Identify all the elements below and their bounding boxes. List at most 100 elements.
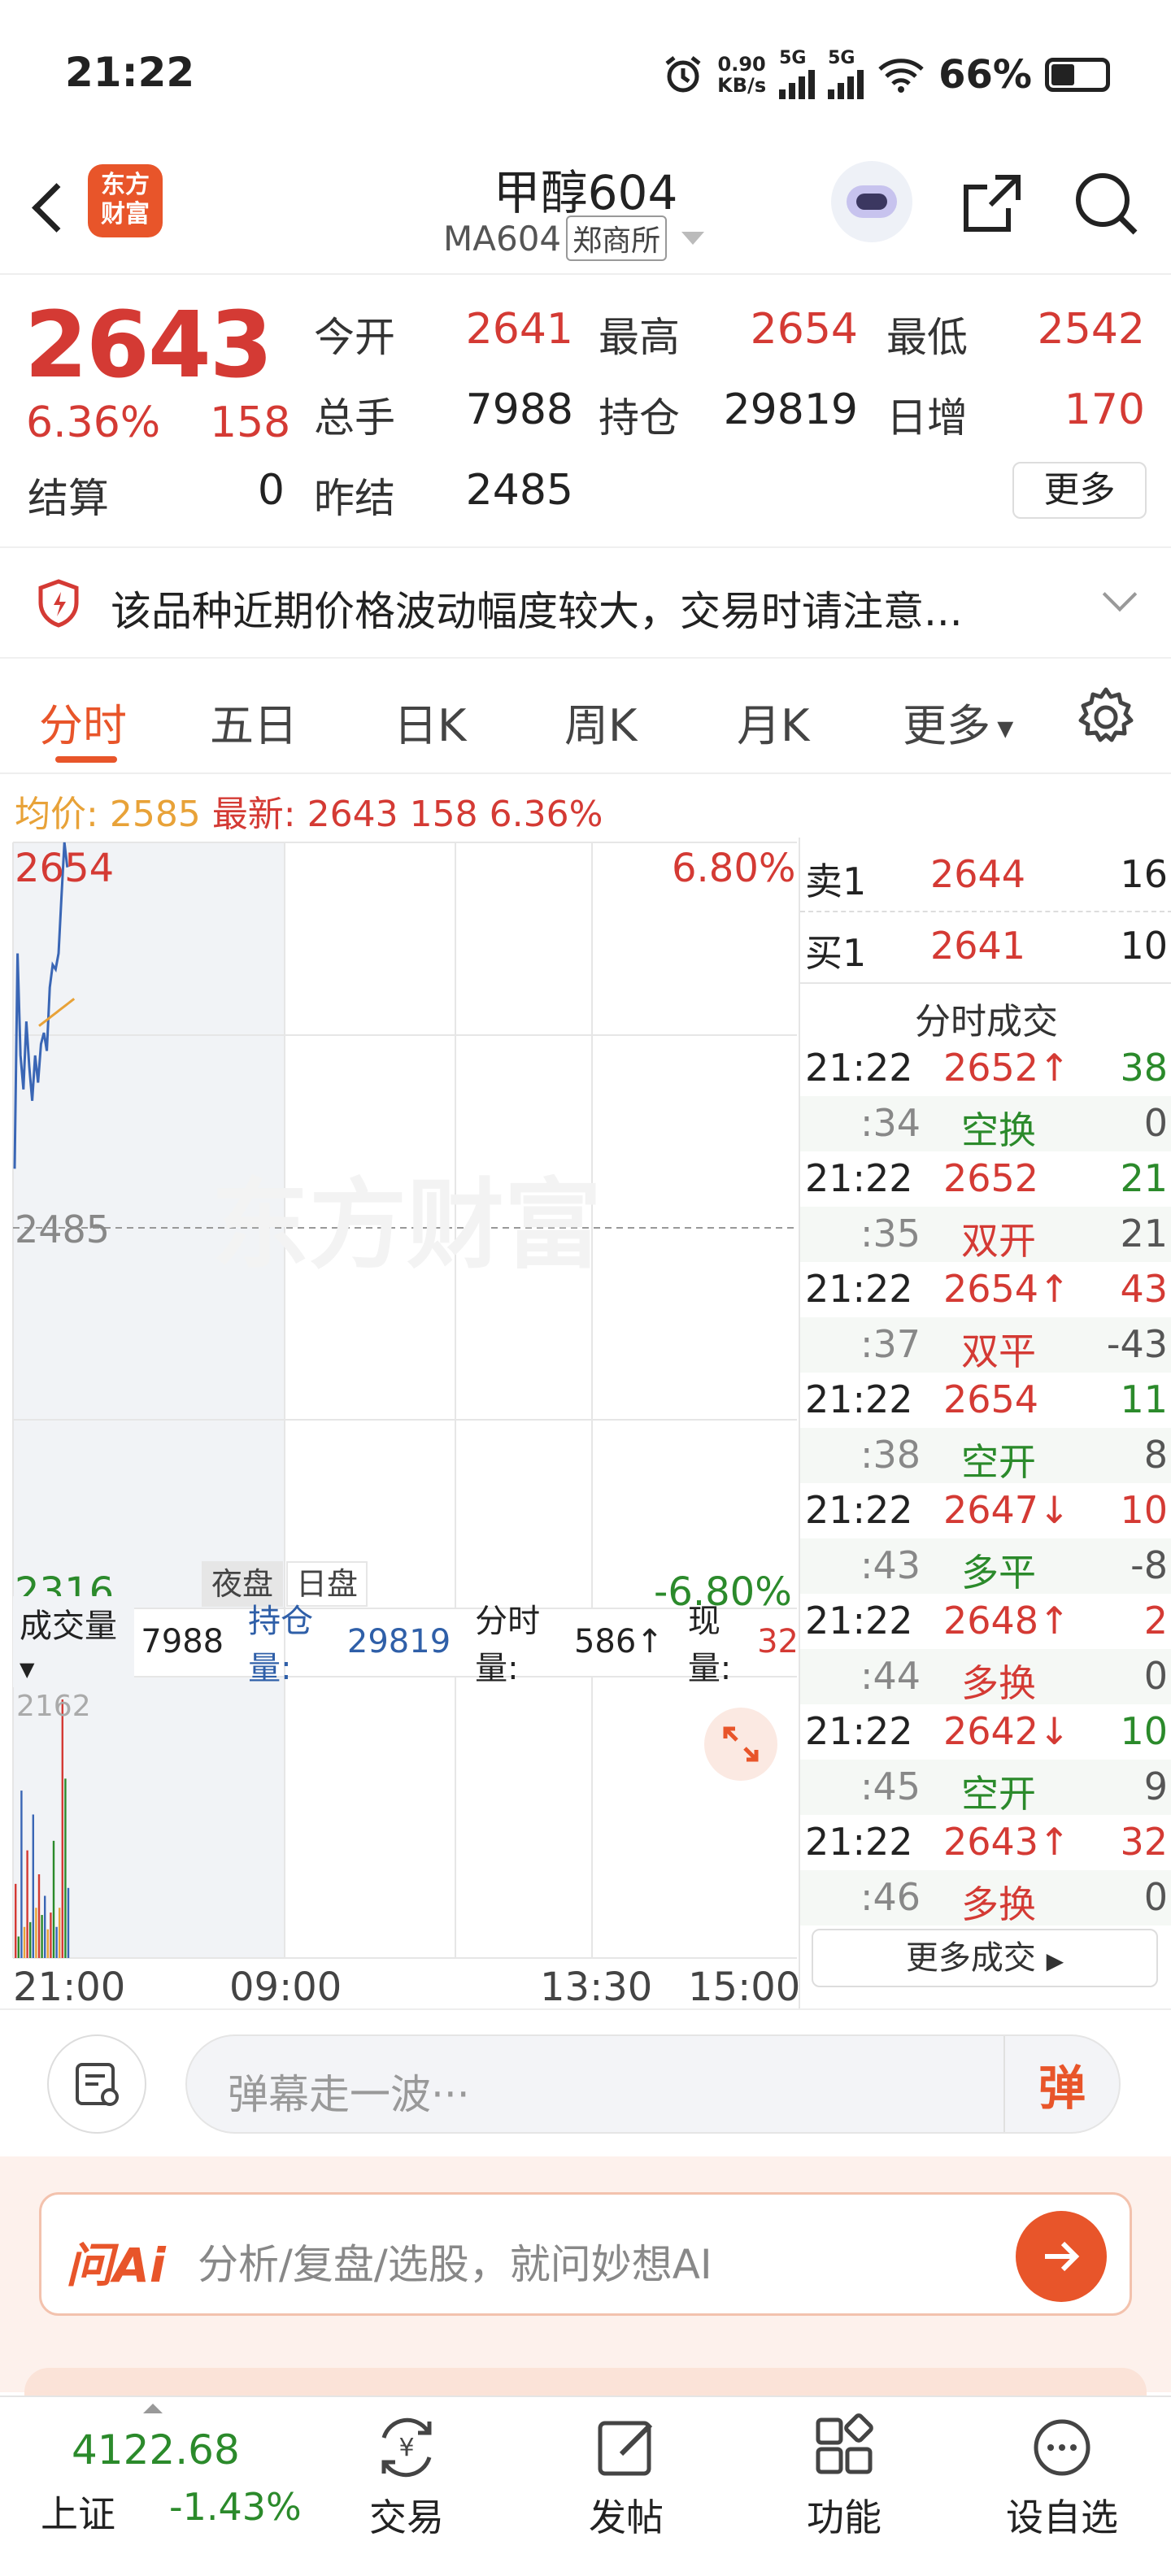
dropdown-icon bbox=[681, 232, 705, 245]
tab-daily-k[interactable]: 日K bbox=[394, 690, 466, 754]
volume-bar bbox=[50, 1912, 52, 1958]
tab-weekly-k[interactable]: 周K bbox=[564, 690, 637, 754]
trade-type: 多换 bbox=[961, 1882, 1036, 1926]
danmu-input[interactable]: 弹幕走一波··· 弹 bbox=[185, 2034, 1121, 2134]
settle-label: 结算 bbox=[28, 475, 109, 522]
exchange-badge: 郑商所 bbox=[566, 215, 668, 261]
nav-post[interactable]: 发帖 bbox=[553, 2413, 699, 2542]
change-percent: 6.36% bbox=[26, 398, 161, 447]
open-label: 今开 bbox=[314, 314, 395, 361]
contract-selector[interactable]: MA604 郑商所 bbox=[443, 215, 705, 261]
x-label-1500: 15:00 bbox=[688, 1965, 801, 2010]
nav-add-watchlist[interactable]: 设自选 bbox=[989, 2413, 1135, 2542]
trade-detail-row: :37 双平 -43 bbox=[800, 1317, 1171, 1373]
trade-seconds: :37 bbox=[860, 1322, 921, 1366]
trade-time: 21:22 bbox=[805, 1599, 913, 1643]
trade-type: 多平 bbox=[961, 1551, 1036, 1595]
comment-list-icon[interactable] bbox=[47, 2034, 146, 2134]
pct-top-label: 6.80% bbox=[672, 846, 796, 891]
trade-row: 21:22 2647↓ 10 bbox=[800, 1483, 1171, 1538]
edit-icon bbox=[598, 2421, 653, 2476]
trade-seconds: :34 bbox=[860, 1101, 921, 1145]
nav-functions[interactable]: 功能 bbox=[771, 2413, 917, 2542]
tab-five-day[interactable]: 五日 bbox=[210, 690, 298, 754]
chevron-down-icon[interactable] bbox=[1102, 577, 1138, 612]
trade-icon: ¥ bbox=[381, 2417, 432, 2478]
share-icon[interactable] bbox=[960, 171, 1025, 236]
status-bar: 21:22 0.90 KB/s 5G 5G 66% bbox=[0, 0, 1171, 154]
volume-bar bbox=[29, 1921, 32, 1958]
volume-value: 7988 bbox=[141, 1623, 224, 1660]
trade-detail-row: :46 多换 0 bbox=[800, 1870, 1171, 1926]
more-circle-icon bbox=[1034, 2419, 1090, 2476]
trade-oi-change: -43 bbox=[1106, 1322, 1168, 1366]
trade-seconds: :38 bbox=[860, 1433, 921, 1477]
status-icons: 0.90 KB/s 5G 5G 66% bbox=[662, 50, 1110, 99]
position-value: 29819 bbox=[723, 385, 858, 434]
ai-area: 问Ai 分析/复盘/选股，就问妙想AI bbox=[0, 2156, 1171, 2400]
active-tab-indicator bbox=[55, 756, 117, 763]
danmu-placeholder: 弹幕走一波··· bbox=[228, 2071, 470, 2118]
tick-vol-value: 586↑ bbox=[573, 1623, 664, 1660]
trade-oi-change: -8 bbox=[1130, 1543, 1168, 1587]
nav-trade[interactable]: ¥ 交易 bbox=[333, 2413, 480, 2542]
index-value[interactable]: 4122.68 bbox=[72, 2426, 240, 2474]
trade-row: 21:22 2654 11 bbox=[800, 1373, 1171, 1428]
caret-up-icon bbox=[143, 2404, 163, 2413]
trade-volume: 10 bbox=[1120, 1709, 1168, 1753]
search-icon[interactable] bbox=[1072, 169, 1140, 237]
trade-type: 多换 bbox=[961, 1661, 1036, 1705]
ai-search-box[interactable]: 问Ai 分析/复盘/选股，就问妙想AI bbox=[39, 2192, 1132, 2316]
risk-notice[interactable]: 该品种近期价格波动幅度较大，交易时请注意... bbox=[0, 546, 1171, 659]
trade-price: 2648↑ bbox=[943, 1599, 1070, 1643]
index-name[interactable]: 上证 bbox=[41, 2485, 115, 2539]
tab-monthly-k[interactable]: 月K bbox=[737, 690, 809, 754]
intraday-chart[interactable]: 东方财富 2654 6.80% 2485 2316 -6.80% 夜盘 日盘 成… bbox=[0, 838, 801, 2010]
gear-icon[interactable] bbox=[1073, 685, 1138, 750]
tab-intraday[interactable]: 分时 bbox=[39, 690, 127, 754]
open-value: 2641 bbox=[465, 305, 573, 354]
prev-settle-label: 昨结 bbox=[314, 475, 395, 522]
volume-selector[interactable]: 成交量 ▼ bbox=[13, 1596, 135, 1687]
expand-icon[interactable] bbox=[704, 1708, 777, 1781]
volume-bar bbox=[20, 1791, 23, 1958]
trade-time: 21:22 bbox=[805, 1046, 913, 1090]
oi-value: 29819 bbox=[346, 1623, 451, 1660]
more-quote-button[interactable]: 更多 bbox=[1012, 462, 1147, 519]
danmu-button[interactable]: 弹 bbox=[1003, 2036, 1119, 2132]
trades-title: 分时成交 bbox=[915, 1001, 1058, 1042]
trade-time: 21:22 bbox=[805, 1488, 913, 1532]
intraday-info: 均价: 2585 最新: 2643 158 6.36% bbox=[15, 785, 603, 837]
ai-assistant-avatar[interactable] bbox=[831, 161, 912, 242]
index-pct[interactable]: -1.43% bbox=[169, 2485, 302, 2529]
volume-bar bbox=[41, 1915, 43, 1958]
clock: 21:22 bbox=[65, 49, 195, 96]
tick-vol-label: 分时量: bbox=[475, 1603, 541, 1687]
avg-value: 2585 bbox=[109, 794, 201, 835]
trade-seconds: :45 bbox=[860, 1764, 921, 1808]
more-trades-button[interactable]: 更多成交 ▶ bbox=[812, 1929, 1158, 1987]
trade-row: 21:22 2642↓ 10 bbox=[800, 1704, 1171, 1760]
x-label-2100: 21:00 bbox=[13, 1965, 126, 2010]
latest-label: 最新: bbox=[211, 794, 296, 835]
chart-svg[interactable]: 东方财富 bbox=[0, 838, 799, 2008]
volume-bar bbox=[35, 1908, 37, 1958]
sell-1-row: 卖1 2644 16 bbox=[805, 852, 1168, 903]
trade-time: 21:22 bbox=[805, 1267, 913, 1311]
trade-row: 21:22 2654↑ 43 bbox=[800, 1262, 1171, 1317]
settle-value: 0 bbox=[257, 466, 285, 515]
arrow-right-icon[interactable] bbox=[1016, 2211, 1107, 2302]
trade-price: 2643↑ bbox=[943, 1820, 1070, 1864]
trade-time: 21:22 bbox=[805, 1156, 913, 1200]
trade-type: 双平 bbox=[961, 1329, 1036, 1373]
tab-more[interactable]: 更多 ▼ bbox=[903, 690, 1013, 754]
latest-change: 158 bbox=[409, 794, 478, 835]
high-value: 2654 bbox=[750, 305, 858, 354]
book-divider bbox=[800, 911, 1171, 912]
watermark: 东方财富 bbox=[211, 1169, 602, 1282]
trade-time: 21:22 bbox=[805, 1709, 913, 1753]
trade-oi-change: 0 bbox=[1143, 1875, 1168, 1919]
latest-value: 2643 bbox=[307, 794, 398, 835]
volume-bar bbox=[32, 1814, 34, 1958]
latest-pct: 6.36% bbox=[489, 794, 603, 835]
